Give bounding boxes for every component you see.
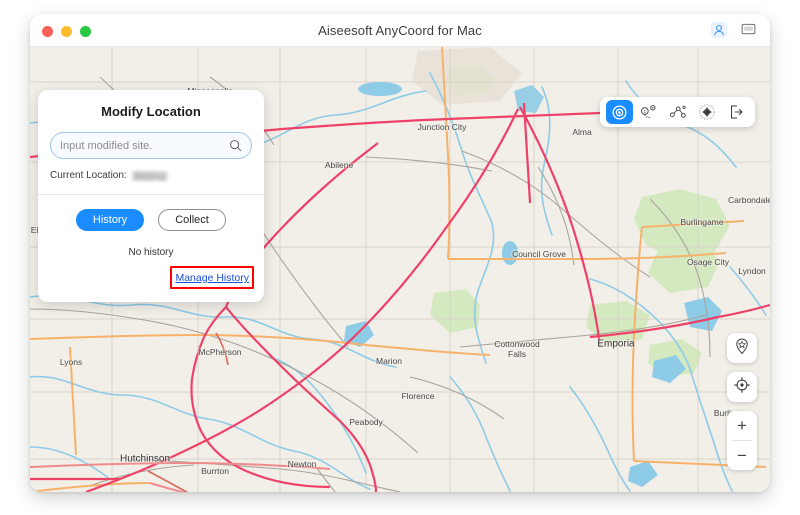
one-stop-icon: 1 <box>639 104 658 121</box>
joystick-icon <box>698 103 716 121</box>
star-pin-icon <box>733 337 751 360</box>
manage-history-row: Manage History <box>38 266 264 302</box>
current-location-value: Beijing <box>132 171 169 181</box>
current-location-label: Current Location: <box>50 170 127 181</box>
account-icon[interactable] <box>710 21 728 39</box>
exit-button[interactable] <box>722 100 749 124</box>
map-controls: + − <box>727 333 757 470</box>
screen-icon[interactable] <box>740 21 758 39</box>
zoom-in-button[interactable]: + <box>727 411 757 440</box>
manage-history-highlight: Manage History <box>170 266 254 289</box>
one-stop-mode-button[interactable]: 1 <box>635 100 662 124</box>
target-pin-icon <box>611 104 628 121</box>
panel-title: Modify Location <box>38 104 264 119</box>
map-mode-toolbar: 1 <box>600 97 755 127</box>
collect-tab[interactable]: Collect <box>158 209 226 231</box>
panel-divider <box>38 194 264 195</box>
history-tab[interactable]: History <box>76 209 144 231</box>
crosshair-icon <box>733 376 751 399</box>
app-window: Aiseesoft AnyCoord for Mac <box>30 14 770 492</box>
multi-stop-icon <box>668 104 687 121</box>
modify-location-panel: Modify Location Current Location: Beijin… <box>38 90 264 302</box>
empty-state-text: No history <box>38 247 264 258</box>
search-input[interactable] <box>60 140 229 152</box>
window-title: Aiseesoft AnyCoord for Mac <box>30 23 770 38</box>
manage-history-link[interactable]: Manage History <box>175 272 249 284</box>
zoom-control-group: + − <box>727 411 757 470</box>
current-location-row: Current Location: Beijing <box>50 170 252 181</box>
titlebar-actions <box>710 21 758 39</box>
locate-me-button[interactable] <box>727 372 757 402</box>
panel-tabs: History Collect <box>38 209 264 231</box>
joystick-mode-button[interactable] <box>693 100 720 124</box>
multi-stop-mode-button[interactable] <box>664 100 691 124</box>
svg-text:1: 1 <box>644 108 647 113</box>
favorite-pin-button[interactable] <box>727 333 757 363</box>
search-icon[interactable] <box>229 139 242 152</box>
map-canvas[interactable]: MinneapolisJunction CityAlmaAbileneCarbo… <box>30 47 770 492</box>
zoom-out-button[interactable]: − <box>727 441 757 470</box>
exit-icon <box>727 103 745 121</box>
search-box[interactable] <box>50 132 252 159</box>
titlebar: Aiseesoft AnyCoord for Mac <box>30 14 770 47</box>
modify-location-mode-button[interactable] <box>606 100 633 124</box>
